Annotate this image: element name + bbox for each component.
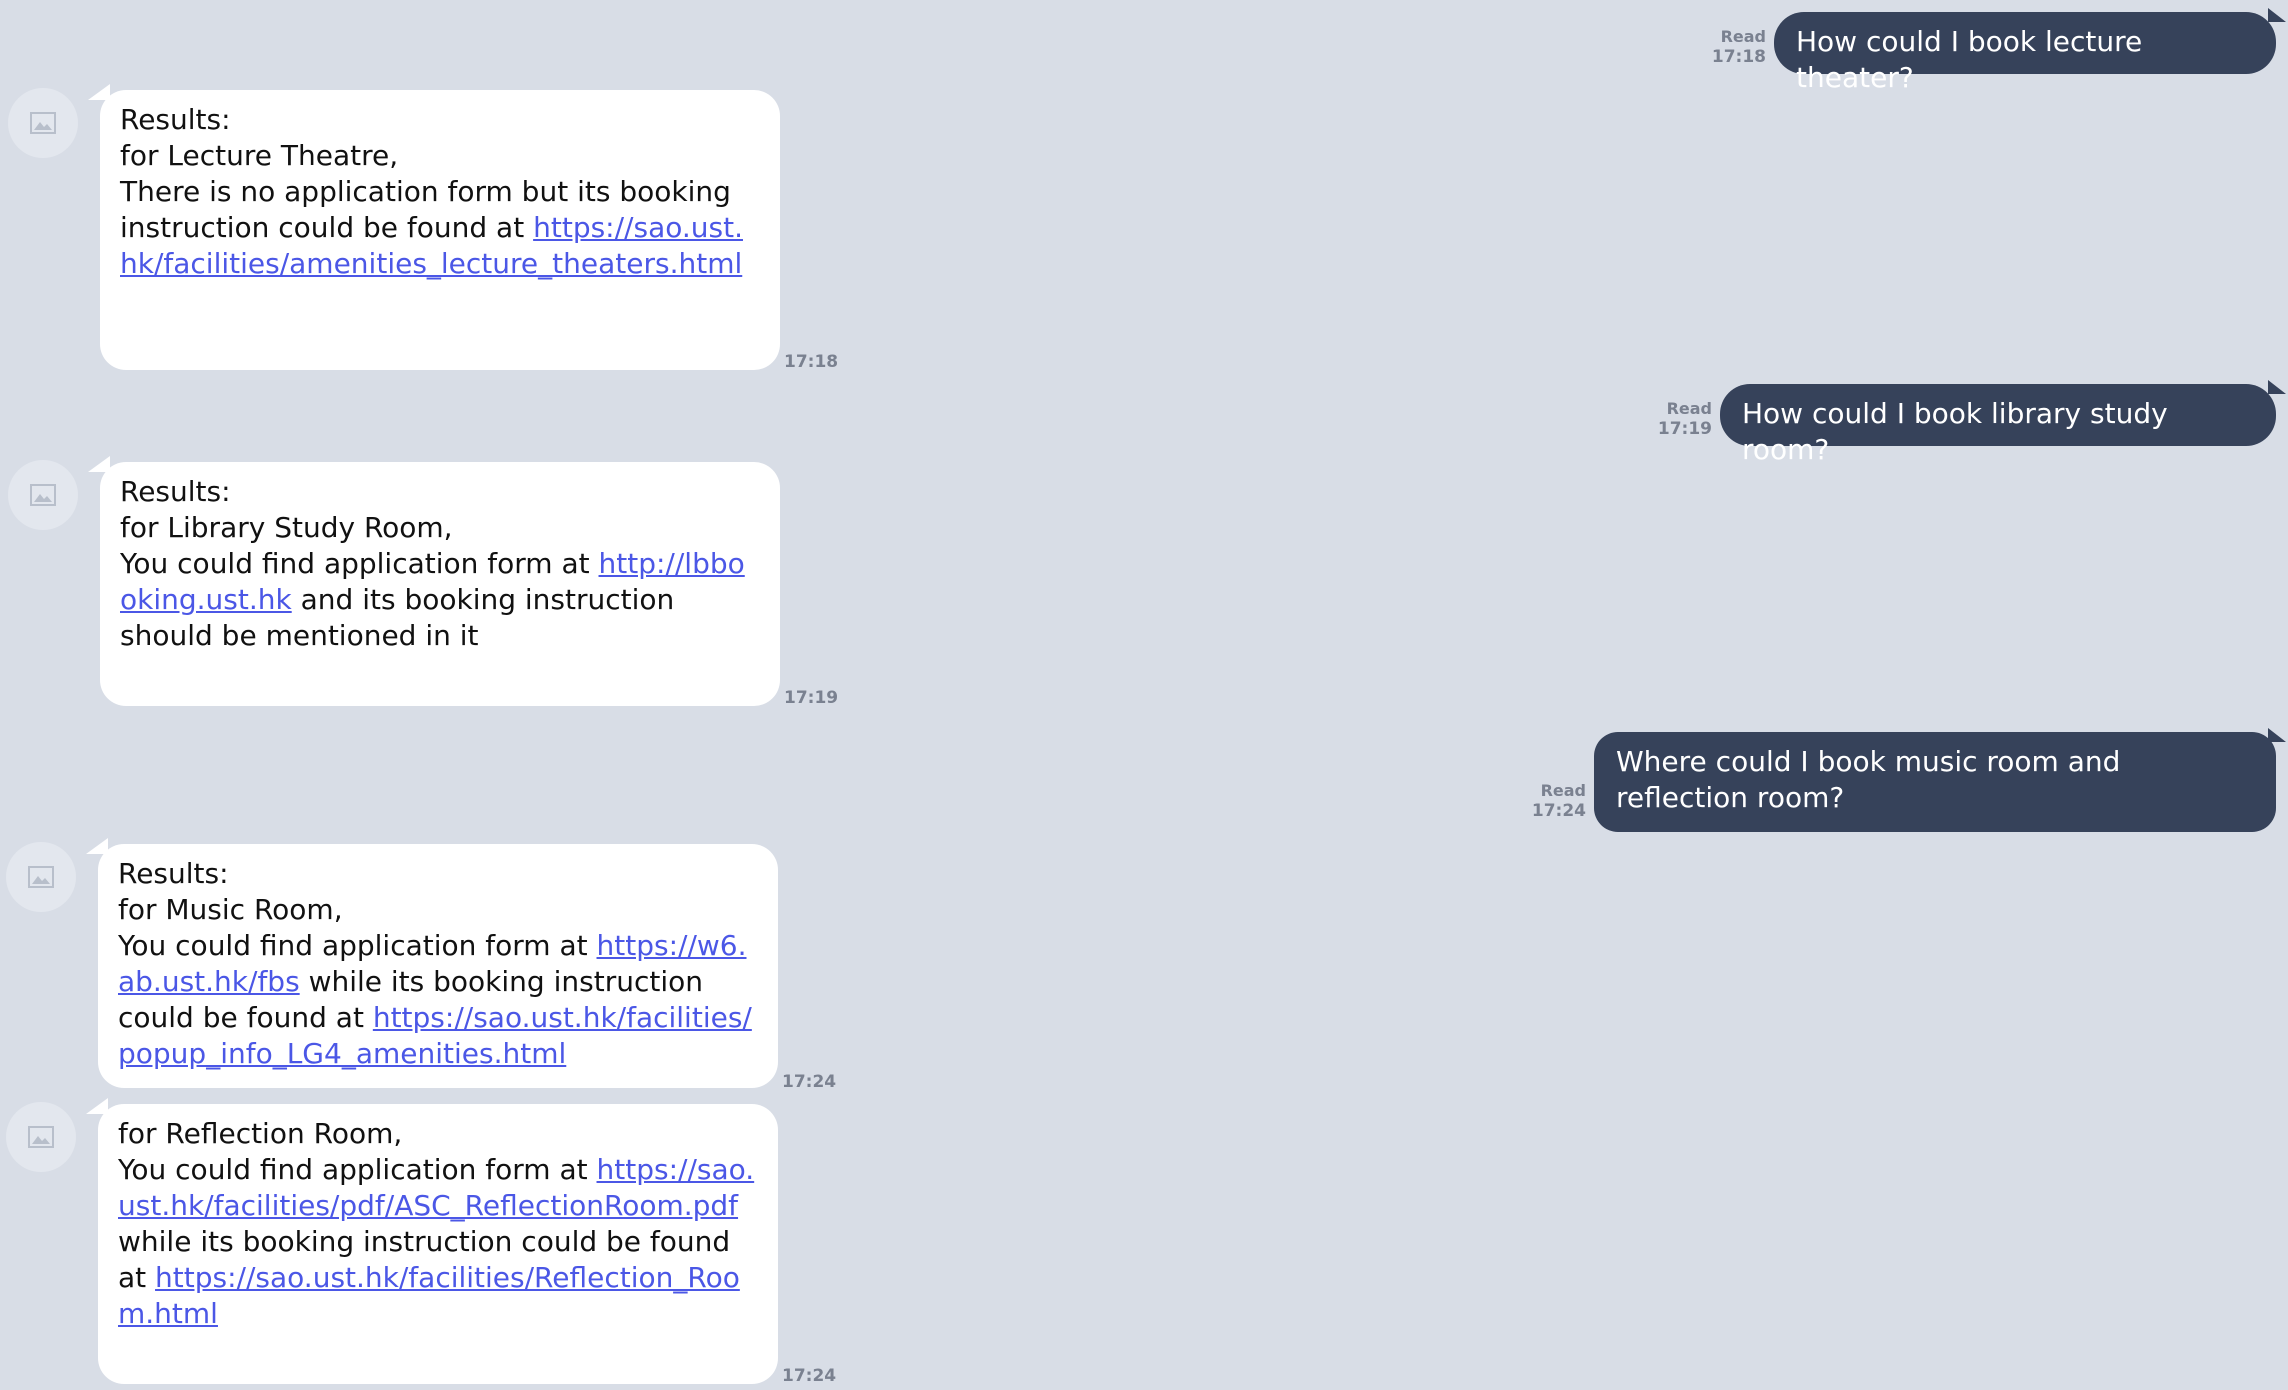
read-label: Read (1540, 781, 1586, 800)
link[interactable]: https://sao.ust.hk/facilities/Reflection… (118, 1261, 740, 1330)
message-text: for Reflection Room, (118, 1117, 403, 1150)
message-text: Results: (118, 857, 229, 890)
bubble-tail (2268, 380, 2286, 394)
sent-message-bubble[interactable]: Where could I book music room and reflec… (1594, 728, 2286, 832)
received-message-bubble[interactable]: Results: for Music Room, You could find … (86, 838, 778, 1088)
bubble-tail (86, 1098, 108, 1114)
image-placeholder-icon (28, 1126, 54, 1148)
avatar[interactable] (6, 1102, 76, 1172)
message-time: 17:19 (1657, 419, 1712, 439)
read-receipt: Read 17:18 (1686, 26, 1766, 68)
avatar[interactable] (6, 842, 76, 912)
bubble-tail (88, 456, 110, 472)
message-text: Where could I book music room and reflec… (1616, 745, 2121, 814)
image-placeholder-icon (30, 484, 56, 506)
message-time: 17:18 (784, 352, 839, 372)
sent-message-bubble[interactable]: How could I book lecture theater? (1774, 8, 2286, 94)
bubble-tail (86, 838, 108, 854)
message-time: 17:24 (782, 1366, 837, 1386)
message-text: You could find application form at (118, 929, 597, 962)
message-time: 17:18 (1711, 47, 1766, 67)
avatar[interactable] (8, 88, 78, 158)
message-text: for Library Study Room, (120, 511, 453, 544)
message-time: 17:24 (1531, 801, 1586, 821)
bubble-tail (88, 84, 110, 100)
read-receipt: Read 17:19 (1632, 398, 1712, 440)
message-text: You could find application form at (118, 1153, 597, 1186)
read-receipt: Read 17:24 (1506, 780, 1586, 822)
read-label: Read (1720, 27, 1766, 46)
image-placeholder-icon (30, 112, 56, 134)
received-message-bubble[interactable]: Results: for Library Study Room, You cou… (88, 456, 780, 706)
image-placeholder-icon (28, 866, 54, 888)
sent-message-bubble[interactable]: How could I book library study room? (1720, 380, 2286, 466)
message-text: Results: (120, 103, 231, 136)
message-text: You could find application form at (120, 547, 599, 580)
message-text: How could I book lecture theater? (1796, 25, 2143, 94)
message-time: 17:24 (782, 1072, 837, 1092)
received-message-bubble[interactable]: Results: for Lecture Theatre, There is n… (88, 84, 780, 370)
read-label: Read (1666, 399, 1712, 418)
message-time: 17:19 (784, 688, 839, 708)
bubble-tail (2268, 8, 2286, 22)
avatar[interactable] (8, 460, 78, 530)
message-text: How could I book library study room? (1742, 397, 2168, 466)
bubble-tail (2268, 728, 2286, 742)
message-text: for Music Room, (118, 893, 343, 926)
message-text: for Lecture Theatre, (120, 139, 399, 172)
received-message-bubble[interactable]: for Reflection Room, You could find appl… (86, 1098, 778, 1384)
message-text: Results: (120, 475, 231, 508)
